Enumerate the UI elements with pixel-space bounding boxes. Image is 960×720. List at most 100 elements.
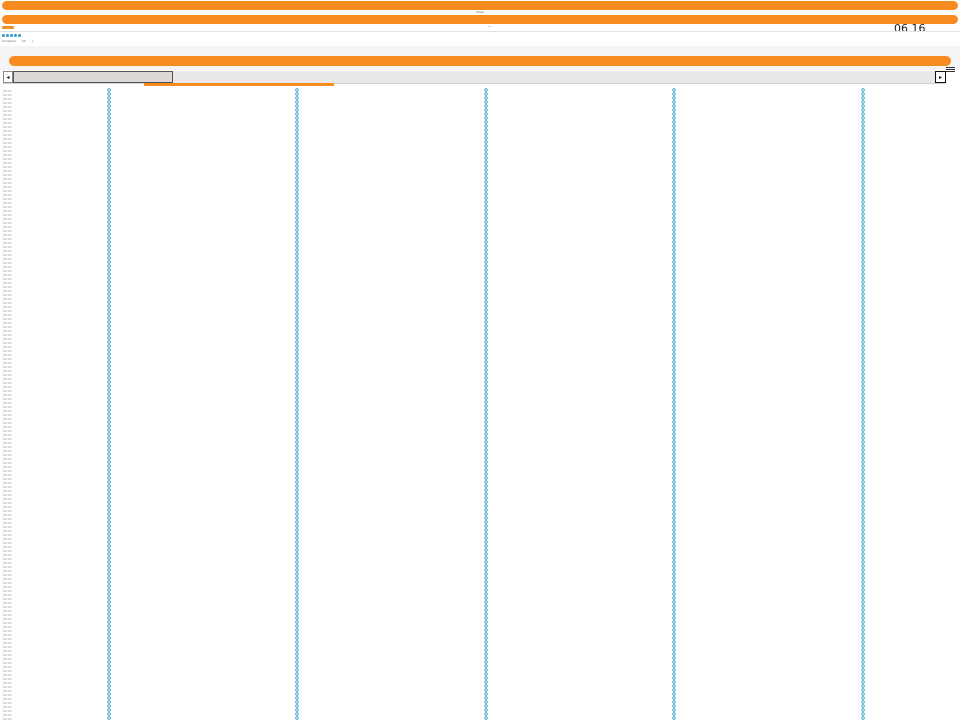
hamburger-icon[interactable]: [946, 67, 955, 73]
time-display: 06 16: [894, 22, 926, 35]
grid-dot: [295, 368, 299, 372]
grid-dot: [295, 268, 299, 272]
grid-dot: [861, 664, 865, 668]
grid-dot: [107, 300, 111, 304]
active-tab-underline: [144, 83, 334, 86]
more-options-text[interactable]: ...: [955, 41, 958, 45]
top-header-bar[interactable]: [2, 1, 958, 10]
grid-dot: [484, 312, 488, 316]
grid-dot: [672, 500, 676, 504]
grid-dot: [861, 708, 865, 712]
grid-dot: [107, 672, 111, 676]
grid-dot: [107, 252, 111, 256]
grid-dot: [861, 188, 865, 192]
left-chip[interactable]: [2, 26, 14, 29]
horizontal-scrollbar-thumb[interactable]: [13, 71, 173, 83]
grid-dot: [484, 292, 488, 296]
grid-dot: [107, 456, 111, 460]
collapse-caret-icon[interactable]: ^: [488, 26, 491, 30]
grid-dot: [107, 260, 111, 264]
grid-dot: [861, 388, 865, 392]
grid-dot: [484, 696, 488, 700]
grid-dot: [295, 200, 299, 204]
grid-dot: [484, 280, 488, 284]
sub-item-schedule[interactable]: Schedule: [2, 39, 16, 43]
grid-dot: [861, 612, 865, 616]
grid-dot: [861, 340, 865, 344]
grid-dot: [672, 144, 676, 148]
grid-dot: [672, 636, 676, 640]
grid-dot: [295, 396, 299, 400]
grid-dot: [295, 388, 299, 392]
grid-dot: [107, 572, 111, 576]
grid-dot: [295, 308, 299, 312]
grid-dot: [107, 244, 111, 248]
grid-dot: [484, 452, 488, 456]
grid-dot: [484, 376, 488, 380]
grid-dot: [672, 88, 676, 92]
grid-dot: [672, 232, 676, 236]
sub-item-add[interactable]: +: [32, 39, 35, 43]
grid-dot: [484, 476, 488, 480]
grid-dot: [861, 472, 865, 476]
grid-dot: [107, 568, 111, 572]
wide-action-bar[interactable]: [9, 56, 951, 66]
grid-dot: [861, 596, 865, 600]
grid-dot: [861, 544, 865, 548]
grid-dot: [295, 712, 299, 716]
grid-dot: [295, 500, 299, 504]
grid-dot: [672, 700, 676, 704]
grid-dot: [672, 496, 676, 500]
grid-dot: [107, 628, 111, 632]
grid-dot: [672, 336, 676, 340]
grid-dot: [295, 244, 299, 248]
grid-dot: [861, 408, 865, 412]
grid-dot: [861, 256, 865, 260]
grid-dot: [107, 88, 111, 92]
grid-dot: [672, 196, 676, 200]
grid-dot: [484, 244, 488, 248]
grid-dot: [295, 128, 299, 132]
grid-dot: [295, 264, 299, 268]
grid-dot: [295, 312, 299, 316]
grid-dot: [295, 372, 299, 376]
grid-dot: [484, 204, 488, 208]
grid-dot: [295, 600, 299, 604]
grid-dot: [295, 344, 299, 348]
grid-dot: [295, 540, 299, 544]
grid-dot: [107, 624, 111, 628]
grid-dot: [295, 224, 299, 228]
grid-dot: [861, 168, 865, 172]
grid-dot: [107, 328, 111, 332]
grid-dot: [295, 104, 299, 108]
grid-dot: [484, 188, 488, 192]
sub-item-all[interactable]: All: [22, 39, 26, 43]
grid-dot: [484, 200, 488, 204]
grid-dot: [295, 556, 299, 560]
grid-dot: [484, 272, 488, 276]
grid-dot: [672, 620, 676, 624]
scroll-left-arrow-icon[interactable]: ◂: [3, 71, 13, 83]
grid-dot: [672, 516, 676, 520]
grid-dot: [295, 304, 299, 308]
grid-dot: [484, 348, 488, 352]
grid-dot: [672, 268, 676, 272]
grid-dot: [861, 660, 865, 664]
grid-dot: [861, 580, 865, 584]
grid-dot: [484, 316, 488, 320]
grid-dot: [861, 152, 865, 156]
secondary-header-bar[interactable]: [2, 15, 958, 24]
grid-dot: [672, 612, 676, 616]
grid-dot: [861, 440, 865, 444]
grid-dot: [861, 516, 865, 520]
grid-dot: [861, 336, 865, 340]
grid-dot: [107, 704, 111, 708]
schedule-grid[interactable]: 00:00 00:00 00:00 00:00 00:00 00:00 00:00 00:00…: [0, 88, 960, 720]
grid-dot: [672, 372, 676, 376]
grid-dot: [861, 648, 865, 652]
grid-dot: [484, 708, 488, 712]
grid-dot: [484, 168, 488, 172]
grid-dot: [672, 400, 676, 404]
scroll-right-arrow-icon[interactable]: ▸: [935, 71, 946, 83]
grid-dot: [295, 92, 299, 96]
